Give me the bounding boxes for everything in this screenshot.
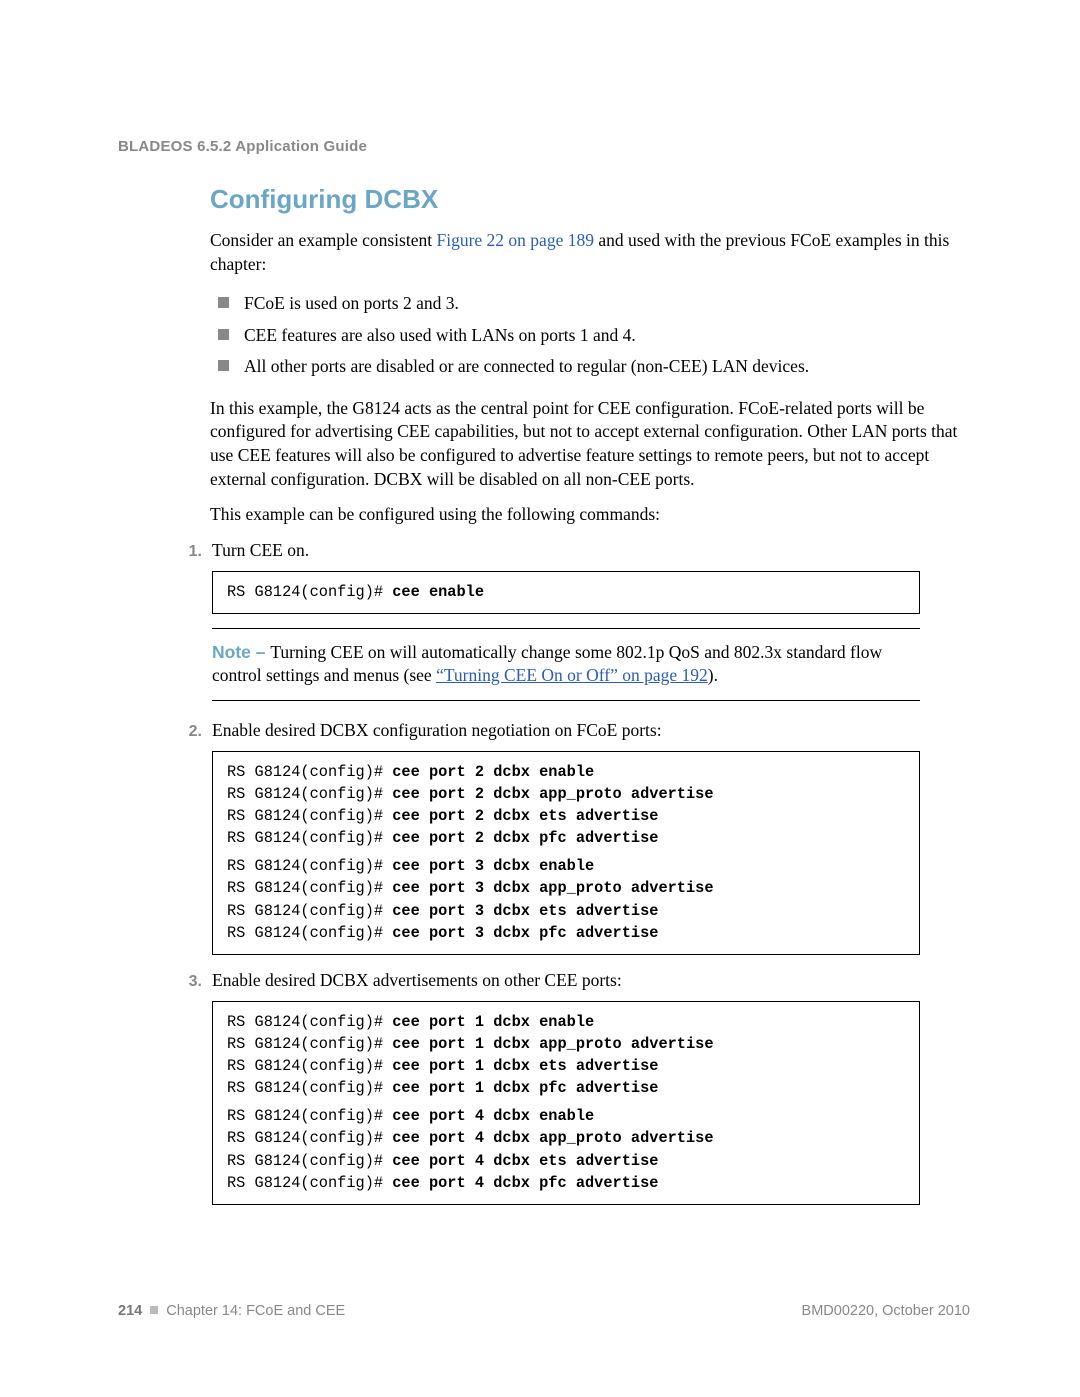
code-command: cee port 1 dcbx pfc advertise xyxy=(392,1079,658,1097)
note-xref-link[interactable]: “Turning CEE On or Off” on page 192 xyxy=(436,665,708,685)
step-2: 2. Enable desired DCBX configuration neg… xyxy=(180,719,970,955)
intro-text-before: Consider an example consistent xyxy=(210,230,436,250)
footer-chapter: Chapter 14: FCoE and CEE xyxy=(166,1303,345,1319)
code-prompt: RS G8124(config)# xyxy=(227,879,392,897)
main-content: Configuring DCBX Consider an example con… xyxy=(210,184,970,1205)
bullet-item: CEE features are also used with LANs on … xyxy=(210,320,970,352)
code-prompt: RS G8124(config)# xyxy=(227,902,392,920)
step-3-number: 3. xyxy=(180,973,202,991)
bullet-item: All other ports are disabled or are conn… xyxy=(210,351,970,383)
page-number: 214 xyxy=(118,1303,142,1319)
step-2-text: Enable desired DCBX configuration negoti… xyxy=(212,719,662,743)
paragraph-3: This example can be configured using the… xyxy=(210,503,970,527)
code-gap xyxy=(227,1099,905,1105)
step-1-codebox: RS G8124(config)# cee enable xyxy=(212,571,920,614)
code-command: cee port 4 dcbx ets advertise xyxy=(392,1152,658,1170)
step-1-note: Note – Turning CEE on will automatically… xyxy=(212,628,920,701)
step-2-head: 2. Enable desired DCBX configuration neg… xyxy=(180,719,970,743)
page-footer: 214 Chapter 14: FCoE and CEE BMD00220, O… xyxy=(118,1303,970,1319)
code-prompt: RS G8124(config)# xyxy=(227,1013,392,1031)
code-prompt: RS G8124(config)# xyxy=(227,763,392,781)
bullet-item: FCoE is used on ports 2 and 3. xyxy=(210,288,970,320)
code-command: cee port 3 dcbx app_proto advertise xyxy=(392,879,713,897)
page: BLADEOS 6.5.2 Application Guide Configur… xyxy=(0,0,1080,1397)
code-command: cee port 1 dcbx ets advertise xyxy=(392,1057,658,1075)
note-label: Note – xyxy=(212,642,270,662)
step-1-number: 1. xyxy=(180,543,202,561)
step-1-head: 1. Turn CEE on. xyxy=(180,539,970,563)
code-prompt: RS G8124(config)# xyxy=(227,1057,392,1075)
section-title: Configuring DCBX xyxy=(210,184,970,215)
code-gap xyxy=(227,849,905,855)
step-3: 3. Enable desired DCBX advertisements on… xyxy=(180,969,970,1205)
code-prompt: RS G8124(config)# xyxy=(227,924,392,942)
figure-xref-link[interactable]: Figure 22 on page 189 xyxy=(436,230,593,250)
intro-paragraph: Consider an example consistent Figure 22… xyxy=(210,229,970,276)
code-command: cee port 3 dcbx enable xyxy=(392,857,594,875)
code-command: cee port 1 dcbx app_proto advertise xyxy=(392,1035,713,1053)
step-3-text: Enable desired DCBX advertisements on ot… xyxy=(212,969,622,993)
step-1: 1. Turn CEE on. RS G8124(config)# cee en… xyxy=(180,539,970,701)
code-prompt: RS G8124(config)# xyxy=(227,1079,392,1097)
code-prompt: RS G8124(config)# xyxy=(227,829,392,847)
steps: 1. Turn CEE on. RS G8124(config)# cee en… xyxy=(180,539,970,1205)
step-2-number: 2. xyxy=(180,723,202,741)
code-prompt: RS G8124(config)# xyxy=(227,583,392,601)
step-3-codebox: RS G8124(config)# cee port 1 dcbx enable… xyxy=(212,1001,920,1205)
code-prompt: RS G8124(config)# xyxy=(227,807,392,825)
step-1-text: Turn CEE on. xyxy=(212,539,309,563)
code-command: cee port 2 dcbx pfc advertise xyxy=(392,829,658,847)
note-body-after: ). xyxy=(708,665,718,685)
code-prompt: RS G8124(config)# xyxy=(227,1152,392,1170)
code-command: cee port 3 dcbx pfc advertise xyxy=(392,924,658,942)
running-header: BLADEOS 6.5.2 Application Guide xyxy=(118,138,367,155)
step-3-head: 3. Enable desired DCBX advertisements on… xyxy=(180,969,970,993)
code-prompt: RS G8124(config)# xyxy=(227,1107,392,1125)
code-prompt: RS G8124(config)# xyxy=(227,857,392,875)
step-2-codebox: RS G8124(config)# cee port 2 dcbx enable… xyxy=(212,751,920,955)
code-command: cee port 2 dcbx ets advertise xyxy=(392,807,658,825)
code-prompt: RS G8124(config)# xyxy=(227,1035,392,1053)
code-command: cee enable xyxy=(392,583,484,601)
footer-left: 214 Chapter 14: FCoE and CEE xyxy=(118,1303,345,1319)
code-prompt: RS G8124(config)# xyxy=(227,785,392,803)
footer-square-icon xyxy=(150,1306,158,1314)
code-command: cee port 4 dcbx pfc advertise xyxy=(392,1174,658,1192)
code-prompt: RS G8124(config)# xyxy=(227,1129,392,1147)
code-command: cee port 2 dcbx enable xyxy=(392,763,594,781)
code-command: cee port 3 dcbx ets advertise xyxy=(392,902,658,920)
intro-bullets: FCoE is used on ports 2 and 3. CEE featu… xyxy=(210,288,970,383)
code-prompt: RS G8124(config)# xyxy=(227,1174,392,1192)
footer-right: BMD00220, October 2010 xyxy=(802,1303,970,1319)
paragraph-2: In this example, the G8124 acts as the c… xyxy=(210,397,970,492)
code-command: cee port 4 dcbx enable xyxy=(392,1107,594,1125)
code-command: cee port 1 dcbx enable xyxy=(392,1013,594,1031)
code-command: cee port 2 dcbx app_proto advertise xyxy=(392,785,713,803)
code-command: cee port 4 dcbx app_proto advertise xyxy=(392,1129,713,1147)
